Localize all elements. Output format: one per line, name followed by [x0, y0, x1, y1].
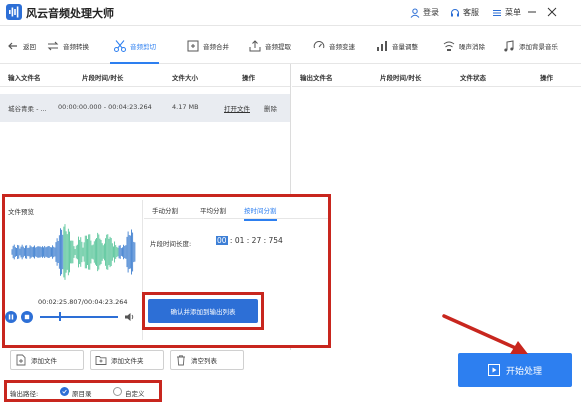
add-folder-label: 添加文件夹 [111, 357, 144, 365]
radio-custom-directory-label[interactable]: 自定义 [125, 388, 145, 398]
confirm-add-to-output-button[interactable]: 确认并添加到输出列表 [148, 299, 258, 323]
tool-volume-adjust[interactable]: 音量调整 [375, 28, 418, 64]
tool-label: 添加背景音乐 [519, 43, 558, 51]
stop-button[interactable] [21, 311, 33, 323]
trash-icon [177, 355, 185, 366]
input-col-size: 文件大小 [172, 74, 198, 82]
tool-audio-speed[interactable]: 音频变速 [312, 28, 355, 64]
extract-icon [249, 40, 261, 52]
seek-slider-handle[interactable] [58, 312, 61, 321]
back-arrow-icon [8, 42, 17, 50]
add-file-button[interactable]: 添加文件 [10, 350, 84, 370]
volume-bars-icon [377, 41, 387, 51]
tool-label: 音频剪切 [130, 43, 156, 51]
user-icon [410, 8, 420, 18]
add-file-label: 添加文件 [31, 357, 57, 365]
segment-length-rest: : 01 : 27 : 754 [227, 236, 283, 245]
menu-icon [493, 9, 501, 16]
tool-add-bgm[interactable]: 添加背景音乐 [502, 28, 558, 64]
pause-icon [8, 314, 14, 320]
row-time: 00:00:00.000 - 00:04:23.264 [58, 103, 152, 111]
row-size: 4.17 MB [172, 103, 199, 111]
preview-title: 文件预览 [8, 208, 34, 216]
tool-label: 音频转换 [63, 43, 89, 51]
waveform[interactable] [10, 218, 138, 286]
divider [144, 218, 328, 219]
segment-length-hours: 00 [216, 236, 228, 245]
radio-source-directory[interactable] [60, 387, 69, 396]
tool-audio-extract[interactable]: 音频提取 [248, 28, 291, 64]
open-file-link[interactable]: 打开文件 [224, 103, 250, 113]
output-path-label: 输出路径: [10, 390, 39, 398]
volume-icon[interactable] [124, 311, 136, 323]
tab-manual-split[interactable]: 手动分割 [152, 205, 178, 219]
support-button[interactable]: 客服 [450, 7, 479, 18]
divider [292, 86, 581, 87]
tool-label: 噪声消除 [459, 43, 485, 51]
minimize-button[interactable] [525, 5, 539, 19]
stop-icon [24, 314, 30, 320]
merge-icon [187, 40, 199, 52]
output-col-filename: 输出文件名 [300, 74, 333, 82]
speed-icon [313, 41, 325, 49]
active-tab-underline [110, 62, 159, 64]
convert-icon [47, 41, 59, 51]
clear-list-button[interactable]: 清空列表 [170, 350, 244, 370]
output-col-action: 操作 [540, 74, 553, 82]
tool-label: 音频合并 [203, 43, 229, 51]
menu-label: 菜单 [505, 8, 521, 17]
output-col-time: 片段时间/时长 [380, 74, 422, 82]
minimize-icon [528, 11, 536, 13]
close-button[interactable] [545, 5, 559, 19]
back-button[interactable]: 返回 [6, 28, 36, 64]
tool-label: 音频提取 [265, 43, 291, 51]
pause-button[interactable] [5, 311, 17, 323]
segment-length-input[interactable]: 00 : 01 : 27 : 754 [216, 236, 283, 245]
menu-button[interactable]: 菜单 [492, 7, 521, 18]
support-label: 客服 [463, 8, 479, 17]
tool-audio-convert[interactable]: 音频转换 [46, 28, 89, 64]
start-processing-label: 开始处理 [505, 366, 542, 377]
add-folder-icon [95, 356, 107, 365]
noise-removal-icon [443, 41, 455, 51]
app-title: 风云音频处理大师 [26, 7, 114, 20]
segment-length-label: 片段时间长度: [150, 240, 192, 248]
tab-average-split[interactable]: 平均分割 [200, 205, 226, 219]
music-note-icon [504, 40, 514, 52]
tool-audio-cut[interactable]: 音频剪切 [110, 28, 159, 64]
login-label: 登录 [423, 8, 439, 17]
tool-label: 音频变速 [329, 43, 355, 51]
delete-link[interactable]: 删除 [264, 103, 277, 113]
add-file-icon [16, 354, 26, 366]
tool-noise-removal[interactable]: 噪声消除 [442, 28, 485, 64]
play-icon [487, 364, 500, 376]
annotation-arrow-icon [442, 314, 528, 354]
radio-custom-directory[interactable] [113, 387, 122, 396]
check-icon [62, 389, 67, 394]
back-label: 返回 [23, 43, 36, 51]
scissors-icon [114, 40, 126, 52]
playback-time: 00:02:25.807/00:04:23.264 [38, 298, 128, 306]
app-logo-icon [6, 4, 22, 20]
toolbar: 返回 音频转换 音频剪切 音频合并 音频提取 音频变速 音量调整 噪声消除 添加… [0, 28, 581, 64]
login-button[interactable]: 登录 [410, 7, 439, 18]
seek-slider[interactable] [40, 316, 118, 318]
tool-label: 音量调整 [392, 43, 418, 51]
clear-list-label: 清空列表 [191, 357, 217, 365]
divider [0, 86, 290, 87]
input-col-time: 片段时间/时长 [82, 74, 124, 82]
radio-source-directory-label[interactable]: 原目录 [72, 388, 92, 398]
row-filename: 城谷青柔 - ... [8, 105, 47, 113]
input-col-action: 操作 [242, 74, 255, 82]
headset-icon [451, 8, 459, 16]
add-folder-button[interactable]: 添加文件夹 [90, 350, 164, 370]
close-icon [547, 7, 557, 17]
tool-audio-merge[interactable]: 音频合并 [186, 28, 229, 64]
output-col-status: 文件状态 [460, 74, 486, 82]
input-col-filename: 输入文件名 [8, 74, 41, 82]
